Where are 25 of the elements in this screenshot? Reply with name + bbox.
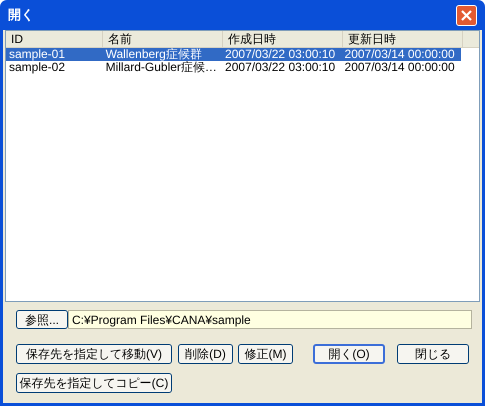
open-button[interactable]: 開く(O) bbox=[313, 344, 385, 364]
copy-button[interactable]: 保存先を指定してコピー(C) bbox=[16, 373, 172, 393]
table-cell-text: Millard-Gubler症候… bbox=[104, 61, 218, 74]
edit-button[interactable]: 修正(M) bbox=[238, 344, 293, 364]
table-cell-text: sample-02 bbox=[8, 61, 66, 74]
column-header[interactable]: ID bbox=[6, 31, 103, 47]
list-row[interactable]: sample-02 Millard-Gubler症候… 2007/03/22 03:00:10 2007/03/14 00:00:00 bbox=[6, 61, 461, 74]
column-header[interactable]: 作成日時 bbox=[223, 31, 343, 47]
column-header[interactable]: 更新日時 bbox=[343, 31, 463, 47]
table-cell-text: Wallenberg症候群 bbox=[104, 48, 203, 61]
column-header[interactable]: 名前 bbox=[103, 31, 223, 47]
close-icon bbox=[461, 10, 472, 20]
move-button[interactable]: 保存先を指定して移動(V) bbox=[16, 344, 172, 364]
close-dialog-button[interactable]: 閉じる bbox=[397, 344, 469, 364]
table-cell-text: 2007/03/14 00:00:00 bbox=[344, 61, 456, 74]
table-cell-text: 2007/03/14 00:00:00 bbox=[344, 48, 456, 61]
list-row[interactable]: sample-01 Wallenberg症候群 2007/03/22 03:00:10 2007/03/14 00:00:00 bbox=[6, 48, 461, 61]
browse-button[interactable]: 参照... bbox=[16, 310, 68, 329]
path-field[interactable]: C:¥Program Files¥CANA¥sample bbox=[68, 310, 472, 329]
table-cell-text: 2007/03/22 03:00:10 bbox=[224, 48, 336, 61]
table-cell-text: sample-01 bbox=[8, 48, 66, 61]
table-cell-text: 2007/03/22 03:00:10 bbox=[224, 61, 336, 74]
delete-button[interactable]: 削除(D) bbox=[178, 344, 233, 364]
close-button[interactable] bbox=[456, 4, 477, 26]
window-title: 開く bbox=[8, 6, 34, 24]
